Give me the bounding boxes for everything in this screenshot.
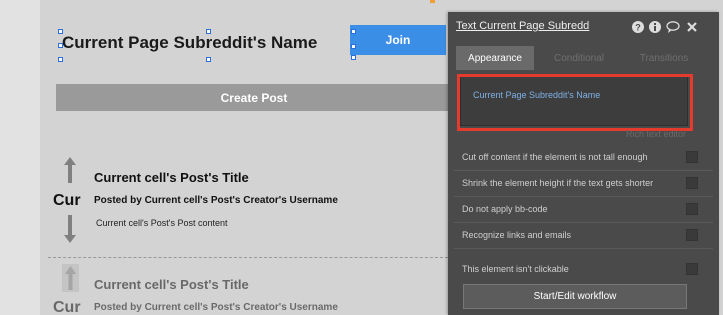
question-circle-icon[interactable]: ? — [632, 21, 644, 33]
post-title[interactable]: Current cell's Post's Title — [94, 277, 249, 292]
post-author[interactable]: Posted by Current cell's Post's Creator'… — [94, 302, 338, 313]
option-label: This element isn't clickable — [462, 264, 569, 274]
option-cut-off-content[interactable]: Cut off content if the element is not ta… — [462, 150, 712, 166]
arrow-up-icon[interactable] — [62, 264, 79, 292]
text-content-field[interactable]: Current Page Subreddit's Name — [460, 76, 688, 126]
page-indicator — [430, 0, 435, 3]
option-label: Do not apply bb-code — [462, 204, 548, 214]
post-cell: Cur Current cell's Post's Title Posted b… — [50, 155, 450, 250]
tab-appearance[interactable]: Appearance — [456, 46, 534, 70]
arrow-down-icon[interactable] — [64, 215, 76, 243]
rich-text-editor-link[interactable]: Rich text editor — [626, 129, 686, 139]
dynamic-text-expression[interactable]: Current Page Subreddit's Name — [473, 90, 600, 100]
vote-count: Cur — [53, 299, 81, 315]
resize-handle[interactable] — [351, 29, 356, 34]
option-label: Cut off content if the element is not ta… — [462, 152, 648, 162]
divider — [454, 196, 713, 197]
tab-transitions[interactable]: Transitions — [622, 46, 706, 70]
post-content[interactable]: Current cell's Post's Post content — [96, 218, 228, 228]
property-editor-panel: Text Current Page Subredd ? Appearance C… — [448, 12, 719, 315]
create-post-button[interactable]: Create Post — [56, 84, 452, 111]
divider — [454, 222, 713, 223]
vote-count: Cur — [53, 192, 81, 209]
option-recognize-links[interactable]: Recognize links and emails — [462, 228, 712, 244]
start-edit-workflow-button[interactable]: Start/Edit workflow — [463, 284, 687, 309]
post-author[interactable]: Posted by Current cell's Post's Creator'… — [94, 195, 338, 206]
panel-tabs: Appearance Conditional Transitions — [456, 46, 712, 70]
post-cell: Cur Current cell's Post's Title Posted b… — [50, 262, 450, 315]
option-label: Shrink the element height if the text ge… — [462, 178, 654, 188]
checkbox[interactable] — [686, 203, 698, 215]
resize-handle[interactable] — [351, 55, 356, 60]
info-circle-icon[interactable] — [649, 21, 661, 33]
panel-title[interactable]: Text Current Page Subredd — [456, 20, 589, 32]
checkbox[interactable] — [686, 177, 698, 189]
subreddit-name-text[interactable]: Current Page Subreddit's Name — [62, 33, 317, 53]
option-no-bbcode[interactable]: Do not apply bb-code — [462, 202, 712, 218]
checkbox[interactable] — [686, 229, 698, 241]
arrow-up-icon[interactable] — [64, 157, 76, 183]
comment-icon[interactable] — [666, 21, 680, 33]
resize-handle[interactable] — [351, 44, 356, 49]
option-label: Recognize links and emails — [462, 230, 572, 240]
divider — [454, 170, 713, 171]
post-divider — [48, 257, 448, 258]
option-not-clickable[interactable]: This element isn't clickable — [462, 262, 712, 278]
panel-header: Text Current Page Subredd ? — [448, 12, 719, 42]
join-button[interactable]: Join — [350, 25, 446, 55]
tab-conditional[interactable]: Conditional — [540, 46, 618, 70]
checkbox[interactable] — [686, 151, 698, 163]
divider — [454, 248, 713, 249]
svg-text:?: ? — [635, 23, 641, 33]
canvas-margin — [0, 0, 40, 315]
checkbox[interactable] — [686, 263, 698, 275]
close-icon[interactable] — [686, 21, 698, 33]
option-shrink-height[interactable]: Shrink the element height if the text ge… — [462, 176, 712, 192]
post-title[interactable]: Current cell's Post's Title — [94, 170, 249, 185]
